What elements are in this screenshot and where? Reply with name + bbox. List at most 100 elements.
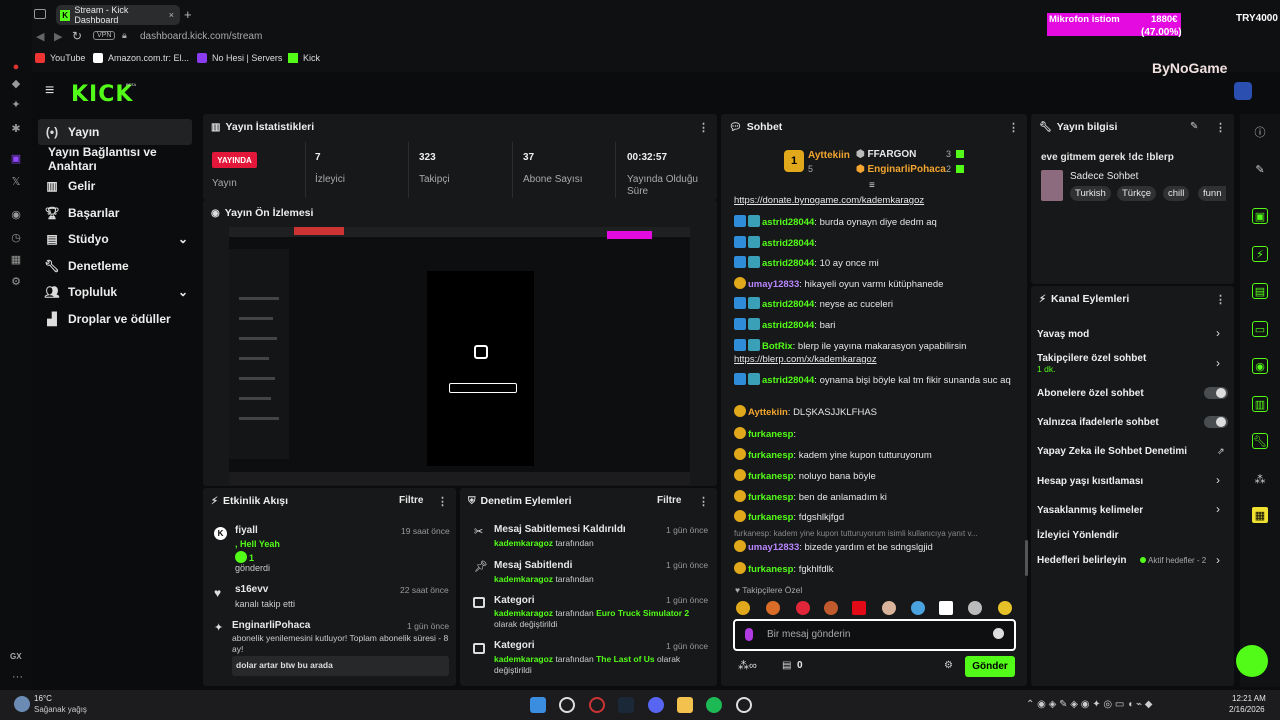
channel-action-account-age[interactable]: Hesap yaşı kısıtlaması [1037, 476, 1143, 487]
chat-username[interactable]: astrid28044 [762, 375, 814, 386]
nav-achievements[interactable]: 🏆︎ Başarılar [38, 200, 192, 226]
emoji-picker-icon[interactable] [993, 628, 1004, 639]
category-name[interactable]: Sadece Sohbet [1070, 171, 1138, 182]
channel-action-slow-mode[interactable]: Yavaş mod [1037, 329, 1089, 340]
kebab-menu-icon[interactable]: ⋮ [437, 495, 448, 508]
x-twitter-icon[interactable]: 𝕏 [9, 174, 23, 188]
nav-moderation[interactable]: 🔧︎ Denetleme [38, 253, 192, 279]
widget-add-icon[interactable]: ▦ [1252, 507, 1268, 523]
chat-username[interactable]: furkanesp [748, 429, 793, 440]
channel-action-followers-only[interactable]: Takipçilere özel sohbet [1037, 353, 1146, 364]
more-icon[interactable]: ··· [12, 671, 23, 683]
tag[interactable]: Türkçe [1117, 186, 1157, 201]
kebab-menu-icon[interactable]: ⋮ [698, 121, 709, 134]
chat-username[interactable]: umay12833 [748, 279, 799, 290]
chat-username[interactable]: furkanesp [748, 512, 793, 523]
rail-star-icon[interactable]: ✱ [9, 121, 23, 135]
emote-turkey-flag-icon[interactable] [852, 601, 866, 615]
mod-user[interactable]: kademkaragoz [494, 538, 553, 548]
chat-username[interactable]: furkanesp [748, 564, 793, 575]
chevron-right-icon[interactable]: › [1216, 326, 1220, 340]
discord-icon[interactable] [648, 697, 664, 713]
reload-icon[interactable]: ↻ [72, 29, 82, 43]
rail-cube-icon[interactable]: ▦ [9, 252, 23, 266]
search-icon[interactable] [559, 697, 575, 713]
opera-gx-taskbar-icon[interactable] [589, 697, 605, 713]
external-link-icon[interactable]: ⇗ [1217, 446, 1225, 457]
nav-stream[interactable]: (•) Yayın [38, 119, 192, 145]
top-gifter-name[interactable]: ⬢ FFARGON [856, 149, 916, 160]
vpn-badge[interactable]: VPN [93, 31, 116, 40]
wrench-icon[interactable]: 🔧︎ [1252, 433, 1268, 449]
close-tab-icon[interactable]: × [169, 10, 174, 20]
emote-japan-flag-icon[interactable] [939, 601, 953, 615]
emote-heart-icon[interactable] [796, 601, 810, 615]
chevron-right-icon[interactable]: › [1216, 553, 1220, 567]
microphone-icon[interactable] [745, 628, 753, 641]
nav-studio[interactable]: ▤ Stüdyo ⌄ [38, 226, 192, 252]
chat-username[interactable]: Ayttekiin [748, 407, 788, 418]
chat-username[interactable]: furkanesp [748, 471, 793, 482]
infinity-icon[interactable]: ⁂∞ [738, 659, 757, 672]
bookmark-amazon[interactable]: Amazon.com.tr: El... [93, 53, 189, 63]
info-icon[interactable]: ⓘ [1252, 124, 1268, 140]
filter-button[interactable]: Filtre [657, 495, 681, 506]
edit-icon[interactable]: ✎ [1190, 121, 1198, 132]
tray-icons[interactable]: ⌃ ◉ ◈ ✎ ◈ ◉ ✦ ◎ ▭ ◖ ⌁ ◆ [1026, 699, 1152, 710]
spotify-taskbar-icon[interactable] [706, 697, 722, 713]
bookmark-kick[interactable]: Kick [288, 53, 320, 63]
chat-username[interactable]: astrid28044 [762, 258, 814, 269]
stream-preview-video[interactable] [229, 227, 690, 485]
layout-icon[interactable]: ▥ [1252, 396, 1268, 412]
rail-settings-icon[interactable]: ⚙ [9, 274, 23, 288]
mod-user[interactable]: kademkaragoz [494, 608, 553, 618]
steam-icon[interactable] [618, 697, 634, 713]
channel-action-emotes-only[interactable]: Yalnızca ifadelerle sohbet [1037, 417, 1159, 428]
bookmark-nohesi[interactable]: No Hesi | Servers [197, 53, 282, 63]
top-gifter-name[interactable]: Ayttekiin [808, 150, 850, 161]
back-icon[interactable]: ◀ [36, 30, 44, 43]
kebab-menu-icon[interactable]: ⋮ [698, 495, 709, 508]
chevron-right-icon[interactable]: › [1216, 356, 1220, 370]
emote-icon[interactable] [882, 601, 896, 615]
nav-stream-key[interactable]: Yayın Bağlantısı ve Anahtarı [48, 145, 198, 173]
chat-username[interactable]: astrid28044 [762, 299, 814, 310]
file-explorer-icon[interactable] [677, 697, 693, 713]
chat-username[interactable]: umay12833 [748, 542, 799, 553]
chat-username[interactable]: astrid28044 [762, 217, 814, 228]
twitch-icon[interactable]: ▣ [9, 151, 23, 165]
tag[interactable]: chill [1163, 186, 1190, 201]
kebab-menu-icon[interactable]: ⋮ [1215, 121, 1226, 134]
points-icon[interactable]: ▤ [782, 660, 791, 671]
activity-user[interactable]: fiyall [235, 525, 258, 536]
emote-icon[interactable] [824, 601, 838, 615]
channel-action-goals[interactable]: Hedefleri belirleyin [1037, 555, 1126, 566]
send-button[interactable]: Gönder [965, 656, 1015, 677]
hamburger-menu-icon[interactable]: ≡ [45, 83, 59, 99]
channel-action-ai-moderation[interactable]: Yapay Zeka ile Sohbet Denetimi [1037, 446, 1187, 457]
emotes-only-toggle[interactable] [1204, 416, 1228, 428]
address-bar[interactable]: dashboard.kick.com/stream [140, 31, 262, 42]
subscribers-only-toggle[interactable] [1204, 387, 1228, 399]
tab-list-icon[interactable] [34, 9, 46, 19]
lightning-icon[interactable]: ⚡︎ [1252, 246, 1268, 262]
chat-username[interactable]: BotRix [762, 341, 793, 352]
emote-icon[interactable] [998, 601, 1012, 615]
nav-drops[interactable]: ▟ Droplar ve ödüller [38, 306, 192, 332]
new-tab-icon[interactable]: + [184, 7, 192, 22]
tag[interactable]: Turkish [1070, 186, 1111, 201]
emote-icon[interactable] [766, 601, 780, 615]
rail-controller-icon[interactable]: ✦ [9, 97, 23, 111]
chat-username[interactable]: furkanesp [748, 450, 793, 461]
emote-icon[interactable] [911, 601, 925, 615]
chat-settings-icon[interactable]: ⚙ [944, 660, 953, 671]
rail-history-icon[interactable]: ◷ [9, 230, 23, 244]
windows-start-icon[interactable] [530, 697, 546, 713]
chat-link[interactable]: https://donate.bynogame.com/kademkaragoz [734, 194, 1016, 207]
kebab-menu-icon[interactable]: ⋮ [1008, 121, 1019, 134]
chevron-right-icon[interactable]: › [1216, 502, 1220, 516]
chat-username[interactable]: furkanesp [748, 492, 793, 503]
weather-icon[interactable] [14, 696, 30, 712]
users-icon[interactable]: ⁂ [1252, 471, 1268, 487]
filter-button[interactable]: Filtre [399, 495, 423, 506]
